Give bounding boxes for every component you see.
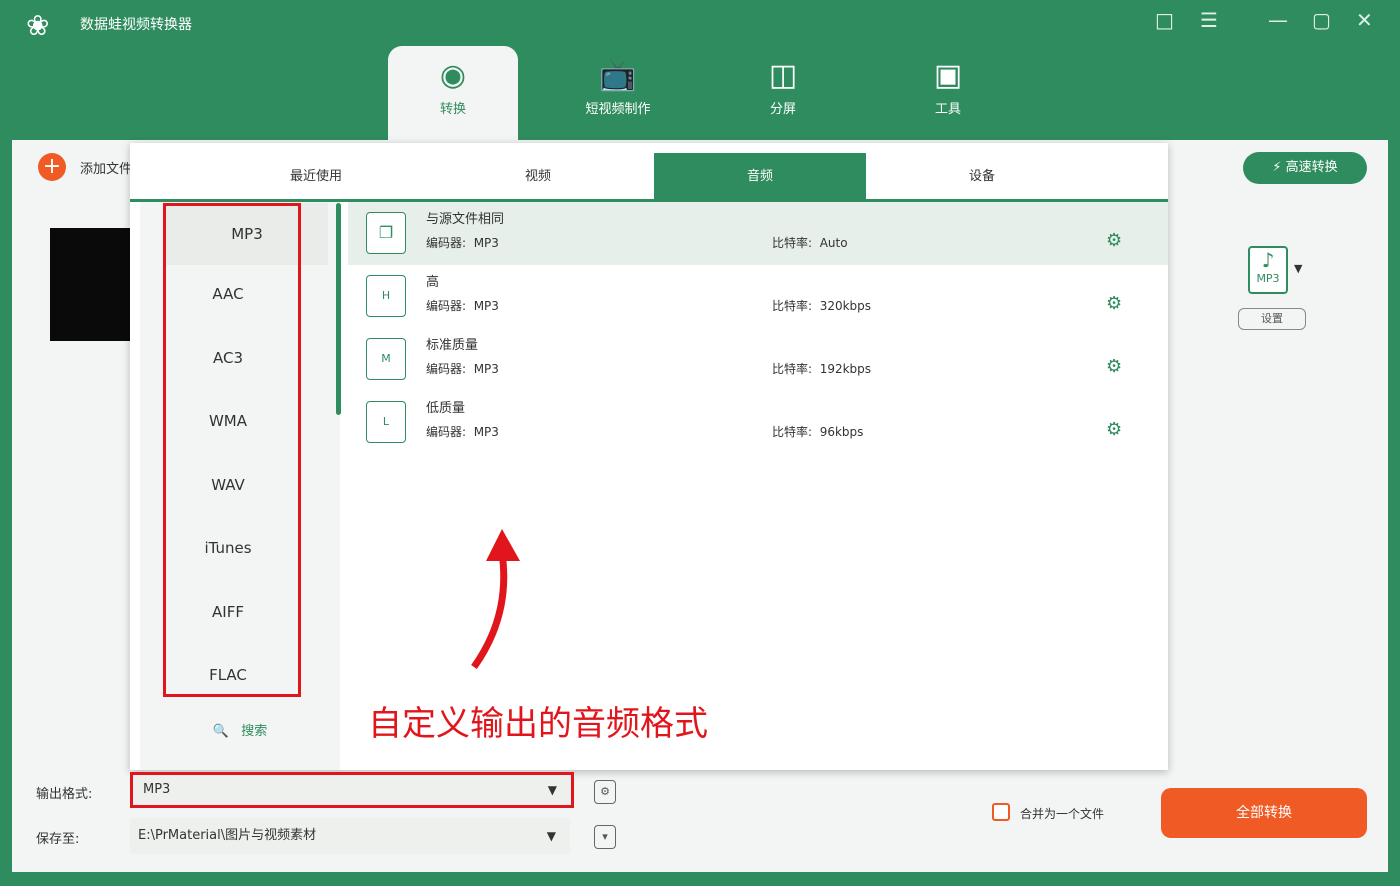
format-tab-recent[interactable]: 最近使用 bbox=[210, 153, 422, 201]
preset-name: 与源文件相同 bbox=[426, 212, 505, 227]
encoder-label: 编码器: bbox=[426, 425, 467, 439]
menu-icon[interactable]: ☰ bbox=[1200, 8, 1218, 32]
tab-label: 短视频制作 bbox=[585, 102, 651, 117]
fast-convert-label: 高速转换 bbox=[1285, 160, 1338, 175]
bitrate-label: 比特率: bbox=[772, 236, 813, 250]
preset-bitrate: 比特率: 320kbps bbox=[772, 297, 871, 314]
mp3-badge: MP3 bbox=[1256, 272, 1280, 285]
save-path-select[interactable]: E:\PrMaterial\图片与视频素材 ▼ bbox=[130, 818, 570, 854]
scrollbar[interactable] bbox=[336, 203, 341, 415]
encoder-value: MP3 bbox=[473, 425, 499, 439]
chevron-down-icon[interactable]: ▼ bbox=[548, 775, 557, 805]
save-to-label: 保存至: bbox=[36, 832, 80, 847]
preset-row[interactable]: ❐ 与源文件相同 编码器: MP3 比特率: Auto ⚙ bbox=[348, 202, 1168, 265]
folder-icon[interactable]: ▾ bbox=[594, 825, 616, 849]
preset-name: 低质量 bbox=[426, 401, 466, 416]
output-format-value: MP3 bbox=[143, 782, 171, 797]
encoder-label: 编码器: bbox=[426, 236, 467, 250]
tab-label: 转换 bbox=[439, 102, 466, 117]
annotation-highlight-box bbox=[163, 203, 301, 697]
chevron-down-icon[interactable]: ▼ bbox=[1294, 262, 1302, 275]
app-title: 数据蛙视频转换器 bbox=[80, 17, 192, 33]
preset-encoder: 编码器: MP3 bbox=[426, 423, 499, 440]
annotation-text: 自定义输出的音频格式 bbox=[368, 704, 708, 744]
fast-convert-button[interactable]: ⚡ 高速转换 bbox=[1243, 152, 1367, 184]
encoder-label: 编码器: bbox=[426, 362, 467, 376]
preset-encoder: 编码器: MP3 bbox=[426, 234, 499, 251]
merge-checkbox[interactable] bbox=[992, 803, 1010, 821]
tab-label: 工具 bbox=[934, 102, 961, 117]
toolbox-icon: ▣ bbox=[933, 58, 963, 93]
close-icon[interactable]: ✕ bbox=[1356, 8, 1373, 32]
encoder-value: MP3 bbox=[473, 236, 499, 250]
convert-icon: ◉ bbox=[439, 58, 467, 93]
encoder-value: MP3 bbox=[473, 299, 499, 313]
output-format-label: 输出格式: bbox=[36, 787, 93, 802]
gear-icon[interactable]: ⚙ bbox=[1106, 356, 1122, 377]
settings-button[interactable]: 设置 bbox=[1238, 308, 1306, 330]
output-format-select[interactable]: MP3 ▼ bbox=[130, 772, 574, 808]
feedback-icon[interactable]: □ bbox=[1155, 8, 1174, 32]
gear-icon[interactable]: ⚙ bbox=[1106, 419, 1122, 440]
tab-tools[interactable]: ▣ 工具 bbox=[883, 46, 1013, 140]
preset-bitrate: 比特率: 96kbps bbox=[772, 423, 863, 440]
format-tab-video[interactable]: 视频 bbox=[432, 153, 644, 201]
merge-label: 合并为一个文件 bbox=[1020, 807, 1105, 821]
video-thumbnail bbox=[50, 228, 132, 341]
preset-bitrate: 比特率: 192kbps bbox=[772, 360, 871, 377]
tab-convert[interactable]: ◉ 转换 bbox=[388, 46, 518, 140]
bitrate-value: 96kbps bbox=[819, 425, 864, 439]
format-popup: 最近使用 视频 音频 设备 MP3 AAC AC3 WMA WAV iTunes… bbox=[130, 143, 1168, 770]
preset-encoder: 编码器: MP3 bbox=[426, 297, 499, 314]
tab-split-screen[interactable]: ◫ 分屏 bbox=[718, 46, 848, 140]
bitrate-value: Auto bbox=[819, 236, 848, 250]
bitrate-value: 192kbps bbox=[819, 362, 872, 376]
tab-label: 分屏 bbox=[769, 102, 796, 117]
preset-name: 标准质量 bbox=[426, 338, 479, 353]
quality-high-icon: H bbox=[366, 275, 406, 317]
preset-row[interactable]: M 标准质量 编码器: MP3 比特率: 192kbps ⚙ bbox=[348, 328, 1168, 391]
add-file-label[interactable]: 添加文件 bbox=[80, 158, 130, 177]
quality-medium-icon: M bbox=[366, 338, 406, 380]
quality-low-icon: L bbox=[366, 401, 406, 443]
search-label: 搜索 bbox=[241, 724, 268, 739]
preset-row[interactable]: H 高 编码器: MP3 比特率: 320kbps ⚙ bbox=[348, 265, 1168, 328]
minimize-icon[interactable]: — bbox=[1268, 8, 1288, 32]
gear-icon[interactable]: ⚙ bbox=[1106, 293, 1122, 314]
gear-icon[interactable]: ⚙ bbox=[1106, 230, 1122, 251]
format-settings-icon[interactable]: ⚙ bbox=[594, 780, 616, 804]
format-tab-audio[interactable]: 音频 bbox=[654, 153, 866, 201]
format-tab-device[interactable]: 设备 bbox=[876, 153, 1088, 201]
encoder-label: 编码器: bbox=[426, 299, 467, 313]
add-file-button[interactable]: + bbox=[38, 153, 66, 181]
preset-name: 高 bbox=[426, 275, 440, 290]
search-icon: 🔍 bbox=[212, 724, 229, 739]
preset-bitrate: 比特率: Auto bbox=[772, 234, 848, 251]
bitrate-label: 比特率: bbox=[772, 299, 813, 313]
bitrate-label: 比特率: bbox=[772, 425, 813, 439]
encoder-value: MP3 bbox=[473, 362, 499, 376]
save-path-value: E:\PrMaterial\图片与视频素材 bbox=[138, 828, 317, 843]
app-logo: ❀ bbox=[26, 9, 50, 42]
preset-encoder: 编码器: MP3 bbox=[426, 360, 499, 377]
chevron-down-icon[interactable]: ▼ bbox=[547, 818, 556, 854]
tab-short-video[interactable]: 📺 短视频制作 bbox=[553, 46, 683, 140]
annotation-arrow-icon bbox=[471, 529, 520, 670]
tv-icon: 📺 bbox=[599, 58, 637, 93]
bitrate-value: 320kbps bbox=[819, 299, 872, 313]
output-format-icon[interactable]: ♪ MP3 bbox=[1248, 246, 1288, 294]
preset-row[interactable]: L 低质量 编码器: MP3 比特率: 96kbps ⚙ bbox=[348, 391, 1168, 454]
bitrate-label: 比特率: bbox=[772, 362, 813, 376]
maximize-icon[interactable]: ▢ bbox=[1312, 8, 1331, 32]
convert-all-button[interactable]: 全部转换 bbox=[1161, 788, 1367, 838]
search-button[interactable]: 🔍 搜索 bbox=[140, 713, 340, 751]
split-screen-icon: ◫ bbox=[768, 58, 798, 93]
same-as-source-icon: ❐ bbox=[366, 212, 406, 254]
